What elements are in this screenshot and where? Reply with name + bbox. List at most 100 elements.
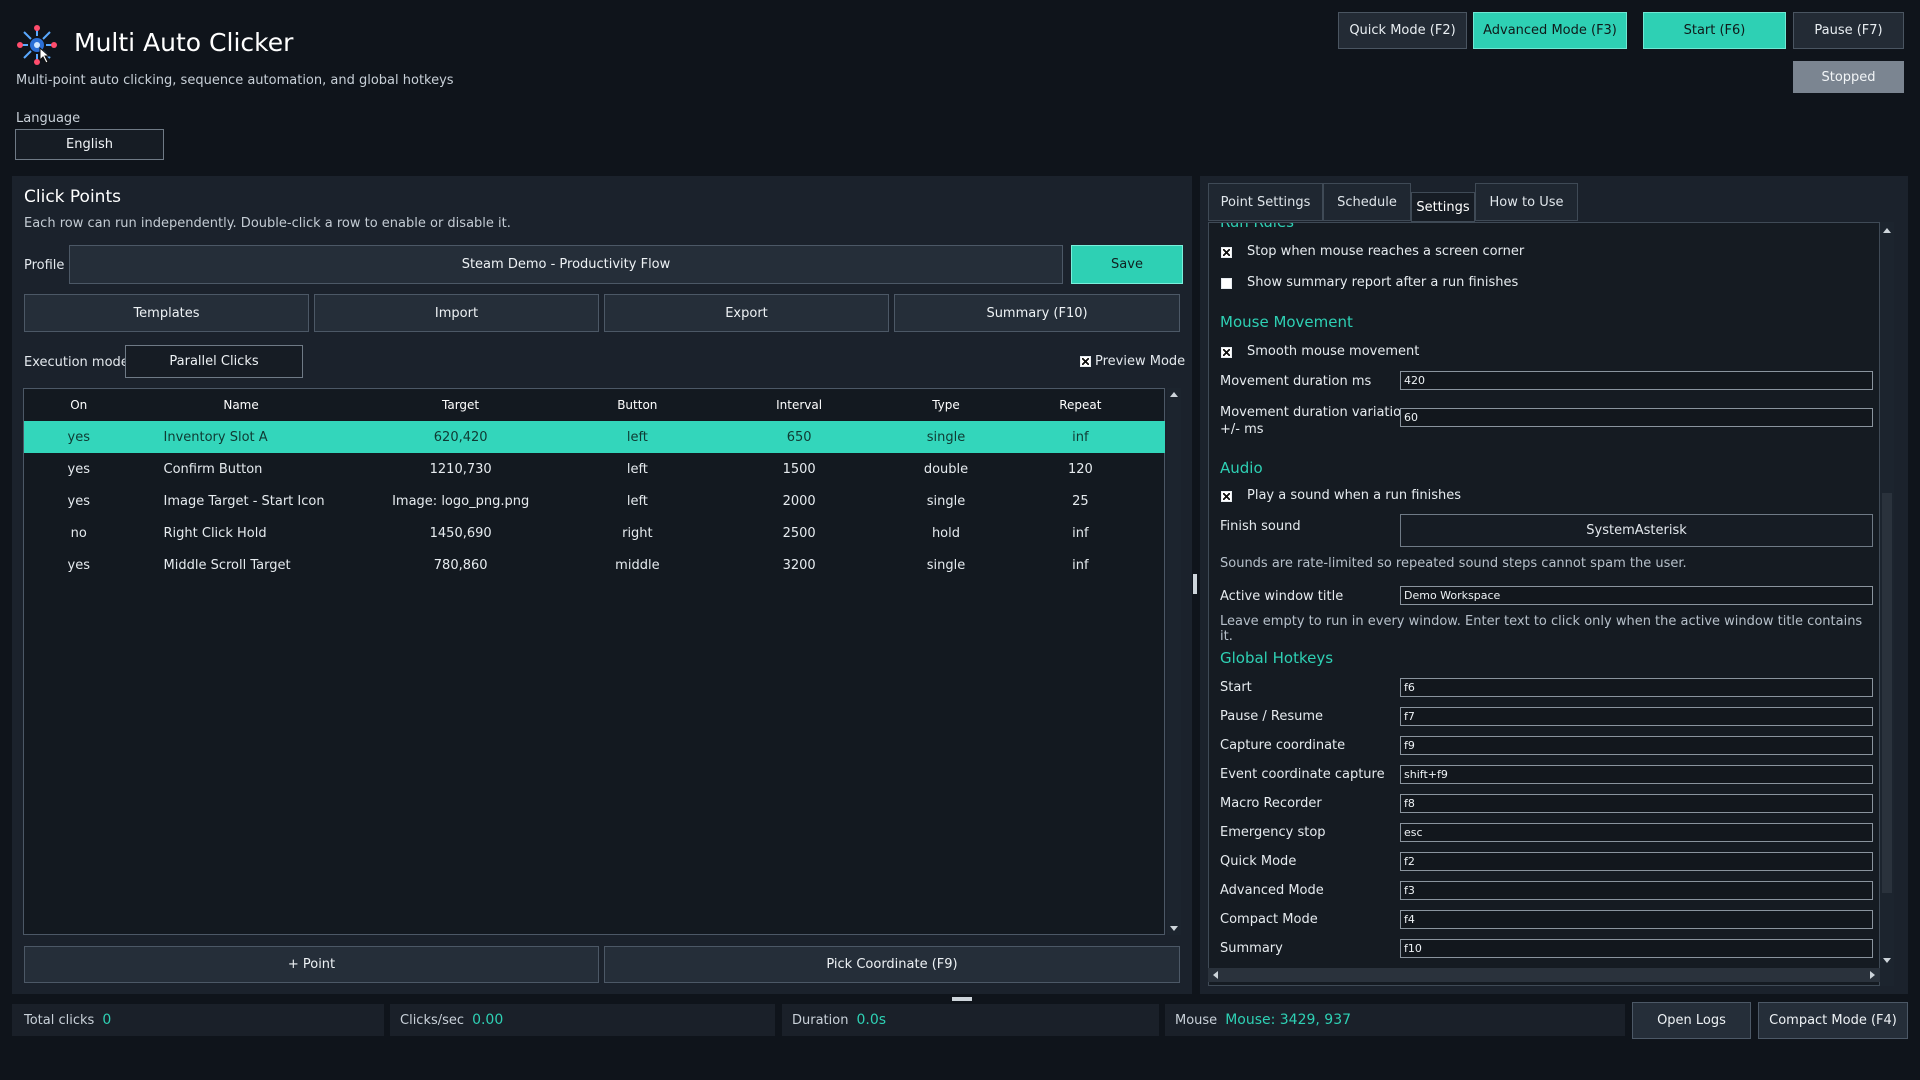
tab-point-settings[interactable]: Point Settings: [1208, 183, 1323, 221]
compact-mode-button[interactable]: Compact Mode (F4): [1758, 1002, 1908, 1039]
hotkey-summary-field[interactable]: f10: [1400, 939, 1873, 958]
status-badge: Stopped: [1793, 61, 1904, 93]
hotkey-advanced-field[interactable]: f3: [1400, 881, 1873, 900]
tab-how-to-use[interactable]: How to Use: [1475, 183, 1578, 221]
table-row[interactable]: yes Confirm Button 1210,730 left 1500 do…: [24, 453, 1165, 485]
profile-label: Profile: [24, 258, 65, 273]
duration-stat: Duration 0.0s: [782, 1004, 1159, 1036]
click-points-table: On Name Target Button Interval Type Repe…: [23, 388, 1165, 935]
cell-on: yes: [67, 493, 90, 509]
footer-splitter-handle[interactable]: [952, 997, 972, 1001]
cell-button: left: [626, 429, 648, 445]
cell-name: Image Target - Start Icon: [163, 493, 325, 509]
cell-interval: 650: [786, 429, 812, 445]
audio-heading: Audio: [1220, 459, 1263, 477]
active-window-field[interactable]: Demo Workspace: [1400, 586, 1873, 605]
table-row[interactable]: yes Inventory Slot A 620,420 left 650 si…: [24, 421, 1165, 453]
cell-interval: 1500: [782, 461, 816, 477]
column-header-button[interactable]: Button: [573, 398, 702, 412]
cell-button: middle: [615, 557, 660, 573]
hotkey-start-field[interactable]: f6: [1400, 678, 1873, 697]
duration-label: Duration: [792, 1012, 849, 1028]
hotkey-macro-field[interactable]: f8: [1400, 794, 1873, 813]
column-header-interval[interactable]: Interval: [702, 398, 896, 412]
execution-mode-select[interactable]: Parallel Clicks: [125, 345, 303, 378]
active-window-label: Active window title: [1220, 589, 1344, 604]
hotkey-advanced-label: Advanced Mode: [1220, 883, 1324, 898]
import-button[interactable]: Import: [314, 294, 599, 332]
movement-duration-field[interactable]: 420: [1400, 371, 1873, 390]
stop-corner-label: Stop when mouse reaches a screen corner: [1247, 244, 1525, 259]
column-header-name[interactable]: Name: [134, 398, 349, 412]
sound-note: Sounds are rate-limited so repeated soun…: [1220, 556, 1687, 571]
movement-variation-unit-label: +/- ms: [1220, 422, 1264, 437]
start-button[interactable]: Start (F6): [1643, 12, 1786, 49]
movement-variation-label: Movement duration variation: [1220, 405, 1410, 420]
hotkey-emergency-label: Emergency stop: [1220, 825, 1326, 840]
column-header-type[interactable]: Type: [896, 398, 996, 412]
play-sound-checkbox[interactable]: [1221, 491, 1232, 502]
hotkey-capture-field[interactable]: f9: [1400, 736, 1873, 755]
table-row[interactable]: no Right Click Hold 1450,690 right 2500 …: [24, 517, 1165, 549]
scroll-down-icon: [1170, 926, 1178, 931]
language-select[interactable]: English: [15, 129, 164, 160]
cell-button: left: [626, 461, 648, 477]
templates-button[interactable]: Templates: [24, 294, 309, 332]
hotkey-compact-field[interactable]: f4: [1400, 910, 1873, 929]
cell-type: hold: [931, 525, 960, 541]
execution-mode-label: Execution mode: [24, 355, 129, 370]
quick-mode-button[interactable]: Quick Mode (F2): [1338, 12, 1467, 49]
tab-settings[interactable]: Settings: [1411, 192, 1475, 222]
advanced-mode-button[interactable]: Advanced Mode (F3): [1473, 12, 1627, 49]
total-clicks-label: Total clicks: [24, 1012, 95, 1028]
table-scrollbar[interactable]: [1167, 388, 1181, 935]
table-row[interactable]: yes Middle Scroll Target 780,860 middle …: [24, 549, 1165, 581]
open-logs-button[interactable]: Open Logs: [1632, 1002, 1751, 1039]
stop-corner-checkbox[interactable]: [1221, 247, 1232, 258]
cell-button: left: [626, 493, 648, 509]
hotkey-emergency-field[interactable]: esc: [1400, 823, 1873, 842]
mouse-value: Mouse: 3429, 937: [1225, 1012, 1352, 1028]
mouse-stat: Mouse Mouse: 3429, 937: [1165, 1004, 1625, 1036]
table-row[interactable]: yes Image Target - Start Icon Image: log…: [24, 485, 1165, 517]
cell-repeat: inf: [1072, 525, 1089, 541]
settings-scroll-thumb[interactable]: [1882, 493, 1892, 893]
total-clicks-value: 0: [102, 1012, 112, 1028]
app-title: Multi Auto Clicker: [74, 28, 294, 57]
checkbox-icon[interactable]: [1080, 356, 1091, 367]
movement-variation-field[interactable]: 60: [1400, 408, 1873, 427]
hotkey-quick-field[interactable]: f2: [1400, 852, 1873, 871]
show-summary-checkbox[interactable]: [1221, 278, 1232, 289]
cell-target: 780,860: [433, 557, 488, 573]
pause-button[interactable]: Pause (F7): [1793, 12, 1904, 49]
export-button[interactable]: Export: [604, 294, 889, 332]
hotkey-event-capture-field[interactable]: shift+f9: [1400, 765, 1873, 784]
hotkey-macro-label: Macro Recorder: [1220, 796, 1322, 811]
finish-sound-select[interactable]: SystemAsterisk: [1400, 514, 1873, 547]
panel-splitter-handle[interactable]: [1193, 574, 1197, 594]
summary-button[interactable]: Summary (F10): [894, 294, 1180, 332]
profile-select[interactable]: Steam Demo - Productivity Flow: [69, 245, 1063, 284]
cell-repeat: 25: [1072, 493, 1089, 509]
cell-interval: 2000: [782, 493, 816, 509]
scroll-down-icon: [1883, 958, 1891, 963]
click-points-title: Click Points: [24, 187, 121, 207]
column-header-repeat[interactable]: Repeat: [996, 398, 1165, 412]
smooth-mouse-label: Smooth mouse movement: [1247, 344, 1420, 359]
cell-repeat: 120: [1067, 461, 1093, 477]
column-header-on[interactable]: On: [24, 398, 134, 412]
settings-horizontal-scrollbar[interactable]: [1208, 968, 1880, 982]
smooth-mouse-checkbox[interactable]: [1221, 347, 1232, 358]
column-header-target[interactable]: Target: [349, 398, 573, 412]
language-label: Language: [16, 111, 81, 126]
preview-mode-checkbox[interactable]: Preview Mode: [1080, 354, 1185, 369]
hotkey-pause-field[interactable]: f7: [1400, 707, 1873, 726]
cell-name: Middle Scroll Target: [163, 557, 291, 573]
hotkey-pause-label: Pause / Resume: [1220, 709, 1323, 724]
tab-schedule[interactable]: Schedule: [1323, 183, 1411, 221]
movement-duration-label: Movement duration ms: [1220, 374, 1372, 389]
pick-coordinate-button[interactable]: Pick Coordinate (F9): [604, 946, 1180, 983]
add-point-button[interactable]: + Point: [24, 946, 599, 983]
play-sound-label: Play a sound when a run finishes: [1247, 488, 1462, 503]
save-button[interactable]: Save: [1071, 245, 1183, 284]
